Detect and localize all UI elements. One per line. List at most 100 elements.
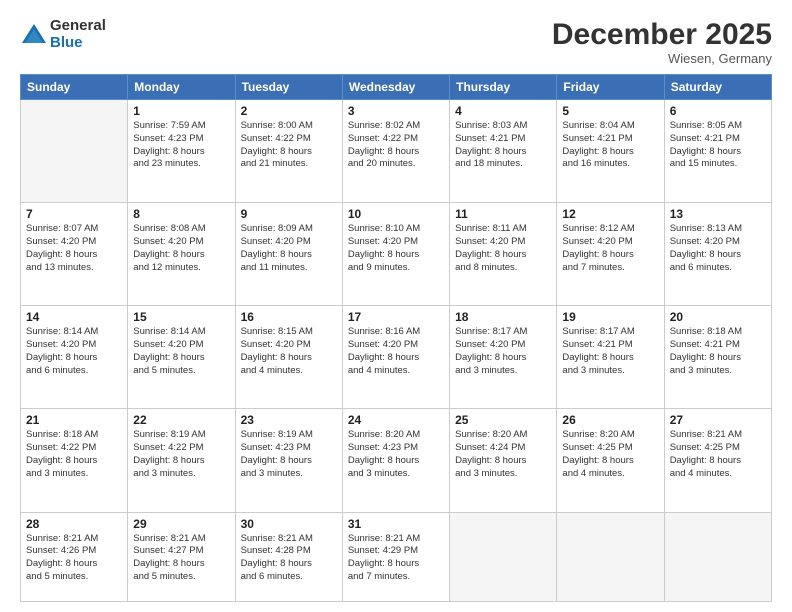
calendar-cell: 3Sunrise: 8:02 AM Sunset: 4:22 PM Daylig… (342, 100, 449, 203)
calendar-day-header: Friday (557, 75, 664, 100)
day-info: Sunrise: 8:11 AM Sunset: 4:20 PM Dayligh… (455, 223, 551, 274)
calendar-day-header: Wednesday (342, 75, 449, 100)
day-info: Sunrise: 8:20 AM Sunset: 4:23 PM Dayligh… (348, 429, 444, 480)
calendar-cell: 16 Sunrise: 8:15 AM Sunset: 4:20 PM Dayli… (235, 306, 342, 409)
logo: General Blue (20, 18, 106, 51)
month-title: December 2025 (552, 18, 772, 51)
day-info: Sunrise: 8:09 AM Sunset: 4:20 PM Dayligh… (241, 223, 337, 274)
calendar-cell: 31Sunrise: 8:21 AM Sunset: 4:29 PM Dayli… (342, 512, 449, 601)
calendar-cell: 6 Sunrise: 8:05 AM Sunset: 4:21 PM Daylig… (664, 100, 771, 203)
calendar-cell: 5 Sunrise: 8:04 AM Sunset: 4:21 PM Daylig… (557, 100, 664, 203)
calendar-cell: 18 Sunrise: 8:17 AM Sunset: 4:20 PM Dayli… (450, 306, 557, 409)
day-number: 14 (26, 310, 122, 324)
day-info: Sunrise: 8:10 AM Sunset: 4:20 PM Dayligh… (348, 223, 444, 274)
calendar-day-header: Tuesday (235, 75, 342, 100)
day-info: Sunrise: 8:15 AM Sunset: 4:20 PM Dayligh… (241, 326, 337, 377)
day-number: 1 (133, 104, 229, 118)
day-info: Sunrise: 8:02 AM Sunset: 4:22 PM Dayligh… (348, 120, 444, 171)
day-info: Sunrise: 8:21 AM Sunset: 4:29 PM Dayligh… (348, 533, 444, 584)
calendar-cell: 15 Sunrise: 8:14 AM Sunset: 4:20 PM Dayli… (128, 306, 235, 409)
day-info: Sunrise: 8:20 AM Sunset: 4:24 PM Dayligh… (455, 429, 551, 480)
day-info: Sunrise: 8:03 AM Sunset: 4:21 PM Dayligh… (455, 120, 551, 171)
header: General Blue December 2025 Wiesen, Germa… (20, 18, 772, 66)
day-info: Sunrise: 8:16 AM Sunset: 4:20 PM Dayligh… (348, 326, 444, 377)
day-number: 30 (241, 517, 337, 531)
calendar-cell: 21 Sunrise: 8:18 AM Sunset: 4:22 PM Dayli… (21, 409, 128, 512)
day-info: Sunrise: 8:18 AM Sunset: 4:22 PM Dayligh… (26, 429, 122, 480)
calendar-cell: 27Sunrise: 8:21 AM Sunset: 4:25 PM Dayli… (664, 409, 771, 512)
day-info: Sunrise: 8:14 AM Sunset: 4:20 PM Dayligh… (133, 326, 229, 377)
day-number: 21 (26, 413, 122, 427)
day-info: Sunrise: 8:21 AM Sunset: 4:25 PM Dayligh… (670, 429, 766, 480)
calendar-cell: 30 Sunrise: 8:21 AM Sunset: 4:28 PM Dayli… (235, 512, 342, 601)
calendar-cell: 26 Sunrise: 8:20 AM Sunset: 4:25 PM Dayli… (557, 409, 664, 512)
day-info: Sunrise: 8:14 AM Sunset: 4:20 PM Dayligh… (26, 326, 122, 377)
day-number: 29 (133, 517, 229, 531)
day-number: 19 (562, 310, 658, 324)
day-number: 23 (241, 413, 337, 427)
calendar-cell: 28 Sunrise: 8:21 AM Sunset: 4:26 PM Dayli… (21, 512, 128, 601)
day-number: 13 (670, 207, 766, 221)
calendar-cell: 17 Sunrise: 8:16 AM Sunset: 4:20 PM Dayli… (342, 306, 449, 409)
calendar-cell: 2 Sunrise: 8:00 AM Sunset: 4:22 PM Daylig… (235, 100, 342, 203)
day-info: Sunrise: 8:21 AM Sunset: 4:26 PM Dayligh… (26, 533, 122, 584)
day-info: Sunrise: 8:19 AM Sunset: 4:22 PM Dayligh… (133, 429, 229, 480)
calendar-cell: 1 Sunrise: 7:59 AM Sunset: 4:23 PM Daylig… (128, 100, 235, 203)
calendar-cell: 20Sunrise: 8:18 AM Sunset: 4:21 PM Dayli… (664, 306, 771, 409)
calendar-cell: 23 Sunrise: 8:19 AM Sunset: 4:23 PM Dayli… (235, 409, 342, 512)
calendar-cell: 24 Sunrise: 8:20 AM Sunset: 4:23 PM Dayli… (342, 409, 449, 512)
day-info: Sunrise: 8:07 AM Sunset: 4:20 PM Dayligh… (26, 223, 122, 274)
calendar-cell: 12Sunrise: 8:12 AM Sunset: 4:20 PM Dayli… (557, 203, 664, 306)
page: General Blue December 2025 Wiesen, Germa… (0, 0, 792, 612)
calendar-cell: 7Sunrise: 8:07 AM Sunset: 4:20 PM Daylig… (21, 203, 128, 306)
day-info: Sunrise: 8:17 AM Sunset: 4:21 PM Dayligh… (562, 326, 658, 377)
day-info: Sunrise: 8:21 AM Sunset: 4:28 PM Dayligh… (241, 533, 337, 584)
calendar-cell: 9 Sunrise: 8:09 AM Sunset: 4:20 PM Daylig… (235, 203, 342, 306)
calendar-day-header: Thursday (450, 75, 557, 100)
logo-icon (20, 21, 48, 49)
day-number: 8 (133, 207, 229, 221)
day-number: 4 (455, 104, 551, 118)
day-number: 5 (562, 104, 658, 118)
day-info: Sunrise: 8:08 AM Sunset: 4:20 PM Dayligh… (133, 223, 229, 274)
day-info: Sunrise: 7:59 AM Sunset: 4:23 PM Dayligh… (133, 120, 229, 171)
day-number: 26 (562, 413, 658, 427)
day-number: 11 (455, 207, 551, 221)
day-number: 2 (241, 104, 337, 118)
day-number: 18 (455, 310, 551, 324)
calendar-day-header: Saturday (664, 75, 771, 100)
title-block: December 2025 Wiesen, Germany (552, 18, 772, 66)
day-number: 28 (26, 517, 122, 531)
day-info: Sunrise: 8:05 AM Sunset: 4:21 PM Dayligh… (670, 120, 766, 171)
calendar-cell: 4 Sunrise: 8:03 AM Sunset: 4:21 PM Daylig… (450, 100, 557, 203)
day-info: Sunrise: 8:00 AM Sunset: 4:22 PM Dayligh… (241, 120, 337, 171)
calendar-cell (557, 512, 664, 601)
calendar-cell: 11 Sunrise: 8:11 AM Sunset: 4:20 PM Dayli… (450, 203, 557, 306)
calendar-cell: 10 Sunrise: 8:10 AM Sunset: 4:20 PM Dayli… (342, 203, 449, 306)
day-number: 6 (670, 104, 766, 118)
logo-text: General Blue (50, 18, 106, 51)
day-info: Sunrise: 8:19 AM Sunset: 4:23 PM Dayligh… (241, 429, 337, 480)
day-number: 25 (455, 413, 551, 427)
day-number: 16 (241, 310, 337, 324)
day-number: 24 (348, 413, 444, 427)
logo-blue-text: Blue (50, 34, 83, 51)
calendar-cell: 19 Sunrise: 8:17 AM Sunset: 4:21 PM Dayli… (557, 306, 664, 409)
day-number: 15 (133, 310, 229, 324)
calendar: SundayMondayTuesdayWednesdayThursdayFrid… (20, 74, 772, 602)
calendar-header-row: SundayMondayTuesdayWednesdayThursdayFrid… (21, 75, 772, 100)
logo-general-text: General (50, 17, 106, 34)
calendar-cell (664, 512, 771, 601)
calendar-cell (21, 100, 128, 203)
day-number: 9 (241, 207, 337, 221)
calendar-day-header: Monday (128, 75, 235, 100)
calendar-cell: 22Sunrise: 8:19 AM Sunset: 4:22 PM Dayli… (128, 409, 235, 512)
location: Wiesen, Germany (552, 51, 772, 66)
day-info: Sunrise: 8:17 AM Sunset: 4:20 PM Dayligh… (455, 326, 551, 377)
day-number: 10 (348, 207, 444, 221)
day-number: 12 (562, 207, 658, 221)
day-info: Sunrise: 8:04 AM Sunset: 4:21 PM Dayligh… (562, 120, 658, 171)
day-info: Sunrise: 8:20 AM Sunset: 4:25 PM Dayligh… (562, 429, 658, 480)
calendar-cell: 8 Sunrise: 8:08 AM Sunset: 4:20 PM Daylig… (128, 203, 235, 306)
day-number: 17 (348, 310, 444, 324)
